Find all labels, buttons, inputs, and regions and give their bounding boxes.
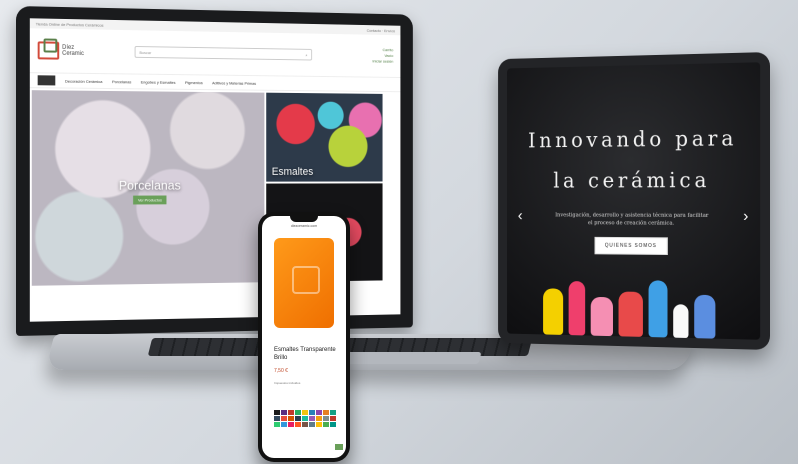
vase-group bbox=[543, 273, 731, 339]
color-swatch[interactable] bbox=[274, 416, 280, 421]
product-meta: Impuestos incluidos bbox=[274, 381, 301, 385]
tablet-screen: Innovando para la cerámica Investigación… bbox=[507, 62, 761, 340]
vase bbox=[618, 291, 643, 337]
color-swatch[interactable] bbox=[323, 422, 329, 427]
phone: diezceramic.com Esmaltes Transparente Br… bbox=[258, 212, 350, 462]
nav-item-decoracion[interactable]: Decoración Cerámica bbox=[65, 78, 102, 83]
color-swatch[interactable] bbox=[288, 410, 294, 415]
nav-item-aditivos[interactable]: Aditivos y Materias Primas bbox=[212, 80, 256, 85]
tile-esmaltes[interactable]: Esmaltes bbox=[266, 92, 383, 182]
logo-line2: Ceramic bbox=[62, 50, 84, 58]
laptop-trackpad bbox=[328, 352, 482, 364]
color-swatch[interactable] bbox=[309, 422, 315, 427]
search-placeholder: Buscar bbox=[139, 49, 152, 55]
color-swatch[interactable] bbox=[316, 410, 322, 415]
color-swatch[interactable] bbox=[288, 416, 294, 421]
color-swatch[interactable] bbox=[323, 410, 329, 415]
vase bbox=[648, 280, 668, 338]
product-image[interactable] bbox=[274, 238, 334, 328]
phone-notch bbox=[290, 216, 318, 222]
color-swatch[interactable] bbox=[302, 416, 308, 421]
color-swatch[interactable] bbox=[295, 422, 301, 427]
color-swatch[interactable] bbox=[281, 422, 287, 427]
color-swatch[interactable] bbox=[323, 416, 329, 421]
product-name: Esmaltes Transparente Brillo bbox=[274, 347, 336, 361]
vase bbox=[694, 294, 716, 339]
hero-title-line2: la cerámica bbox=[553, 168, 711, 193]
color-swatch[interactable] bbox=[302, 422, 308, 427]
nav-item-engobes[interactable]: Engobes y Esmaltes bbox=[141, 79, 176, 84]
color-swatches bbox=[274, 410, 336, 427]
laptop: Tienda Online de Productos Cerámicos Con… bbox=[16, 6, 413, 336]
color-swatch[interactable] bbox=[302, 410, 308, 415]
color-swatch[interactable] bbox=[309, 416, 315, 421]
color-swatch[interactable] bbox=[281, 416, 287, 421]
phone-screen: diezceramic.com Esmaltes Transparente Br… bbox=[262, 216, 346, 458]
tablet: Innovando para la cerámica Investigación… bbox=[498, 52, 770, 350]
mockup-scene: Tienda Online de Productos Cerámicos Con… bbox=[0, 0, 798, 464]
color-swatch[interactable] bbox=[281, 410, 287, 415]
vase bbox=[568, 281, 586, 336]
tile-porcelanas[interactable]: Porcelanas Ver Productos bbox=[31, 90, 265, 286]
color-swatch[interactable] bbox=[274, 422, 280, 427]
hero-subtitle: Investigación, desarrollo y asistencia t… bbox=[555, 212, 709, 227]
chevron-left-icon[interactable]: ‹ bbox=[518, 208, 523, 225]
site-logo[interactable]: Díez Ceramic bbox=[37, 41, 125, 60]
search-input[interactable]: Buscar ⌕ bbox=[134, 45, 313, 61]
site-header: Díez Ceramic Buscar ⌕ Carrito Vacío Inic… bbox=[29, 28, 401, 78]
color-swatch[interactable] bbox=[316, 422, 322, 427]
vase bbox=[543, 288, 564, 335]
tile-porcelanas-label: Porcelanas bbox=[118, 177, 181, 193]
logo-mark-icon bbox=[37, 41, 60, 60]
color-swatch[interactable] bbox=[288, 422, 294, 427]
topbar-right-text[interactable]: Contacto · Envíos bbox=[367, 27, 395, 32]
vase bbox=[590, 296, 613, 337]
hero-title-line1: Innovando para bbox=[528, 126, 738, 153]
tile-esmaltes-label: Esmaltes bbox=[271, 166, 314, 178]
color-swatch[interactable] bbox=[316, 416, 322, 421]
color-swatch[interactable] bbox=[309, 410, 315, 415]
search-icon[interactable]: ⌕ bbox=[305, 52, 307, 57]
color-swatch[interactable] bbox=[295, 416, 301, 421]
nav-item-pigmentos[interactable]: Pigmentos bbox=[185, 80, 203, 85]
phone-url[interactable]: diezceramic.com bbox=[262, 224, 346, 232]
cart-widget[interactable]: Carrito Vacío Iniciar sesión bbox=[372, 47, 393, 64]
color-swatch[interactable] bbox=[274, 410, 280, 415]
vase bbox=[673, 304, 689, 339]
topbar-left-text: Tienda Online de Productos Cerámicos bbox=[35, 20, 104, 28]
login-link[interactable]: Iniciar sesión bbox=[372, 59, 393, 65]
about-us-button[interactable]: QUIENES SOMOS bbox=[594, 236, 668, 256]
view-products-button[interactable]: Ver Productos bbox=[133, 195, 167, 205]
menu-icon[interactable] bbox=[37, 75, 56, 86]
logo-text: Díez Ceramic bbox=[62, 45, 84, 57]
product-price: 7,50 € bbox=[274, 368, 288, 374]
color-swatch[interactable] bbox=[330, 410, 336, 415]
color-swatch[interactable] bbox=[295, 410, 301, 415]
add-to-cart-button[interactable] bbox=[335, 444, 343, 450]
chevron-right-icon[interactable]: › bbox=[743, 208, 748, 226]
color-swatch[interactable] bbox=[330, 422, 336, 427]
color-swatch[interactable] bbox=[330, 416, 336, 421]
nav-item-porcelanas[interactable]: Porcelanas bbox=[112, 79, 131, 84]
